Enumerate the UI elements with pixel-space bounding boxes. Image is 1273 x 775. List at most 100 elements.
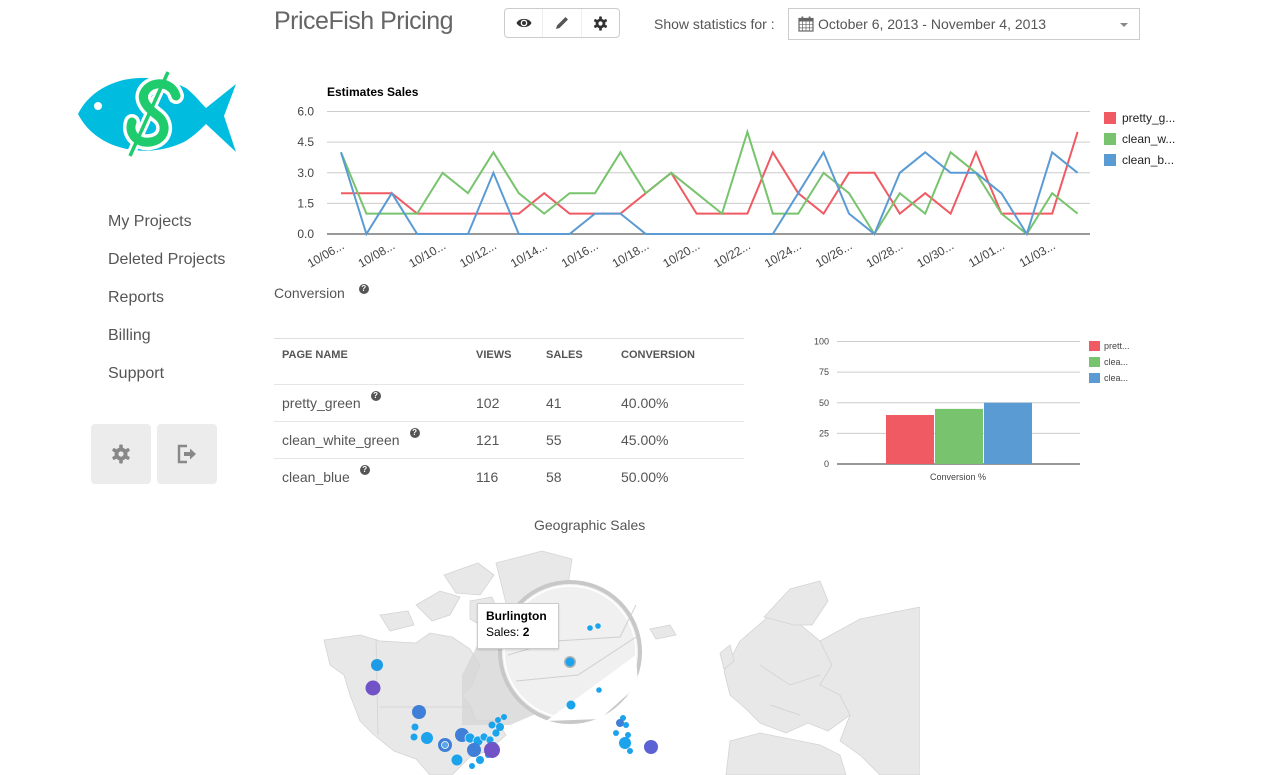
x-axis-category-label: Conversion % (930, 472, 986, 482)
map-marker[interactable] (484, 742, 500, 758)
page-name-cell: clean_blue? (274, 458, 468, 496)
y-tick-label: 25 (819, 428, 829, 438)
sidebar-item-reports[interactable]: Reports (108, 288, 225, 326)
sidebar-item-support[interactable]: Support (108, 364, 225, 402)
map-marker-selected[interactable] (565, 657, 575, 667)
views-cell: 121 (468, 421, 538, 459)
map-marker[interactable] (467, 743, 481, 757)
legend-swatch (1104, 154, 1116, 166)
geographic-sales-title: Geographic Sales (534, 517, 646, 533)
question-circle-icon[interactable]: ? (359, 465, 370, 476)
map-marker[interactable] (411, 723, 419, 731)
page-name: pretty_green (282, 395, 361, 411)
map-marker[interactable] (623, 722, 629, 728)
column-header-sales: SALES (538, 338, 613, 385)
map-marker[interactable] (501, 714, 507, 720)
map-marker[interactable] (596, 687, 602, 693)
pricefish-logo[interactable] (76, 66, 238, 160)
map-marker[interactable] (644, 740, 658, 754)
question-circle-icon[interactable]: ? (358, 284, 369, 294)
map-marker[interactable] (476, 756, 484, 764)
legend-label: clea... (1104, 357, 1128, 367)
x-tick-label: 10/10... (406, 238, 448, 270)
x-tick-label: 10/28... (864, 238, 906, 270)
calendar-icon (798, 16, 814, 32)
map-marker[interactable] (441, 741, 449, 749)
date-range-picker[interactable]: October 6, 2013 - November 4, 2013 (788, 8, 1140, 40)
chart-title: Estimates Sales (327, 85, 419, 99)
map-marker[interactable] (613, 730, 619, 736)
map-marker[interactable] (566, 700, 576, 710)
conversion-cell: 50.00% (613, 458, 744, 496)
legend-label: pretty_g... (1122, 111, 1175, 125)
series-line-clean_white_green (340, 128, 1079, 236)
map-marker[interactable] (496, 723, 504, 731)
map-marker[interactable] (451, 754, 463, 766)
eye-icon (516, 18, 532, 28)
map-marker[interactable] (469, 763, 475, 769)
map-marker[interactable] (587, 625, 593, 631)
conversion-title-text: Conversion (274, 285, 345, 301)
map-tooltip: Burlington Sales: 2 (477, 603, 559, 649)
date-range-value: October 6, 2013 - November 4, 2013 (818, 16, 1047, 32)
map-marker[interactable] (488, 721, 496, 729)
preview-button[interactable] (505, 9, 544, 37)
sales-cell: 58 (538, 458, 613, 496)
bar-clean_white_green (935, 408, 983, 464)
x-tick-label: 11/03... (1017, 238, 1058, 270)
bar-clean_blue (984, 402, 1032, 464)
conversion-cell: 45.00% (613, 421, 744, 459)
map-marker[interactable] (595, 623, 601, 629)
page-title: PriceFish Pricing (274, 7, 454, 35)
sidebar-item-my-projects[interactable]: My Projects (108, 212, 225, 250)
bar-pretty_green (886, 415, 934, 464)
x-tick-label: 10/16... (559, 238, 601, 270)
settings-button[interactable] (91, 424, 151, 484)
question-circle-icon[interactable]: ? (409, 428, 420, 438)
x-tick-label: 10/12... (457, 238, 499, 270)
legend-swatch (1104, 112, 1116, 124)
map-marker[interactable] (371, 659, 383, 671)
map-marker[interactable] (619, 737, 631, 749)
x-tick-label: 10/20... (660, 238, 702, 270)
geographic-sales-map[interactable] (320, 545, 920, 775)
sidebar-nav: My Projects Deleted Projects Reports Bil… (108, 212, 225, 402)
settings-button[interactable] (582, 9, 619, 37)
table-header-row: PAGE NAME VIEWS SALES CONVERSION (274, 338, 744, 385)
question-circle-icon[interactable]: ? (370, 391, 381, 401)
page-name-cell: clean_white_green? (274, 421, 468, 459)
logout-button[interactable] (157, 424, 217, 484)
sidebar-actions (91, 424, 217, 484)
estimates-sales-chart: Estimates Sales 6.0 4.5 3.0 1.5 0.0 10/06...… (297, 85, 1175, 271)
conversion-table: PAGE NAME VIEWS SALES CONVERSION pretty_… (274, 338, 744, 496)
column-header-views: VIEWS (468, 338, 538, 385)
table-row: pretty_green? 102 41 40.00% (274, 384, 744, 422)
views-cell: 116 (468, 458, 538, 496)
y-tick-label: 4.5 (297, 135, 314, 149)
page-name-cell: pretty_green? (274, 384, 468, 422)
sidebar-item-deleted-projects[interactable]: Deleted Projects (108, 250, 225, 288)
map-marker[interactable] (616, 719, 624, 727)
map-marker[interactable] (410, 733, 418, 741)
column-header-page-name: PAGE NAME (274, 338, 468, 385)
edit-button[interactable] (543, 9, 582, 37)
y-tick-label: 0 (824, 459, 829, 469)
views-cell: 102 (468, 384, 538, 422)
map-marker[interactable] (627, 748, 633, 754)
legend-label: prett... (1104, 341, 1130, 351)
y-tick-label: 75 (819, 367, 829, 377)
map-marker[interactable] (495, 717, 501, 723)
map-marker[interactable] (421, 732, 433, 744)
sidebar-item-billing[interactable]: Billing (108, 326, 225, 364)
x-tick-label: 10/22... (711, 238, 753, 270)
x-tick-label: 10/26... (813, 238, 855, 270)
map-marker[interactable] (412, 705, 426, 719)
chevron-down-icon (1120, 23, 1128, 27)
legend-swatch (1089, 357, 1100, 367)
conversion-section-title: Conversion ? (274, 284, 369, 301)
y-tick-label: 100 (814, 337, 829, 347)
sales-cell: 41 (538, 384, 613, 422)
map-marker[interactable] (365, 680, 381, 696)
legend-label: clea... (1104, 373, 1128, 383)
column-header-conversion: CONVERSION (613, 338, 744, 385)
